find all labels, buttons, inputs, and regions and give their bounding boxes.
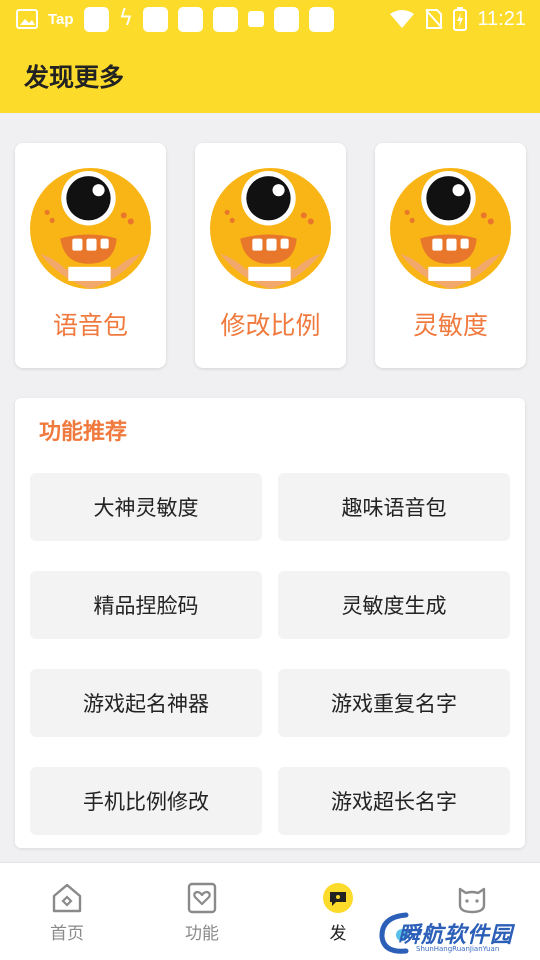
nav-item-home[interactable]: 首页 (37, 881, 97, 945)
nav-item-discover[interactable]: 发 (308, 881, 368, 945)
watermark-logo: 瞬航软件园 ShunHangRuanJianYuan (376, 905, 526, 960)
feature-button[interactable]: 灵敏度生成 (278, 571, 510, 639)
chat-bubble-icon (323, 883, 353, 913)
notification-icon (248, 11, 265, 27)
wifi-icon (390, 10, 415, 28)
notification-icon (83, 6, 109, 32)
notification-icon (274, 6, 300, 32)
nav-label: 首页 (50, 924, 84, 944)
notification-icon (178, 6, 204, 32)
page-title: 发现更多 (24, 63, 125, 92)
tap-label: Tap (48, 10, 74, 28)
card-voice-pack[interactable]: 语音包 (15, 143, 166, 368)
card-label: 语音包 (52, 311, 128, 340)
mascot-avatar-icon (30, 168, 151, 289)
nav-item-features[interactable]: 功能 (172, 881, 232, 945)
feature-button[interactable]: 精品捏脸码 (30, 571, 262, 639)
gallery-icon (16, 9, 38, 29)
recommended-section: 功能推荐 大神灵敏度 趣味语音包 精品捏脸码 灵敏度生成 游戏起名神器 游戏重复… (15, 398, 525, 848)
flash-icon: ϟ (118, 6, 134, 31)
mascot-avatar-icon (390, 168, 511, 289)
card-sensitivity[interactable]: 灵敏度 (375, 143, 526, 368)
home-icon (52, 883, 82, 913)
app-header: Tap ϟ 11:21 发现更多 (0, 0, 540, 113)
feature-button[interactable]: 手机比例修改 (30, 767, 262, 835)
mascot-avatar-icon (210, 168, 331, 289)
feature-button[interactable]: 大神灵敏度 (30, 473, 262, 541)
feature-cards: 语音包 修改比例 灵敏度 (15, 143, 526, 368)
feature-button[interactable]: 游戏起名神器 (30, 669, 262, 737)
notification-icon (213, 6, 239, 32)
notification-icon (309, 6, 335, 32)
nav-label: 功能 (185, 924, 219, 944)
watermark-subtext: ShunHangRuanJianYuan (416, 945, 500, 953)
nav-label: 发 (329, 924, 347, 944)
notification-icon (143, 6, 169, 32)
no-sim-icon (425, 9, 444, 29)
card-label: 灵敏度 (412, 311, 488, 340)
heart-card-icon (187, 882, 217, 914)
status-bar: Tap ϟ 11:21 (0, 0, 540, 38)
clock: 11:21 (477, 7, 526, 30)
card-aspect-ratio[interactable]: 修改比例 (195, 143, 346, 368)
feature-button[interactable]: 游戏重复名字 (278, 669, 510, 737)
battery-charging-icon (453, 7, 468, 31)
card-label: 修改比例 (220, 311, 321, 340)
section-title: 功能推荐 (39, 420, 128, 445)
feature-button[interactable]: 趣味语音包 (278, 473, 510, 541)
feature-button[interactable]: 游戏超长名字 (278, 767, 510, 835)
